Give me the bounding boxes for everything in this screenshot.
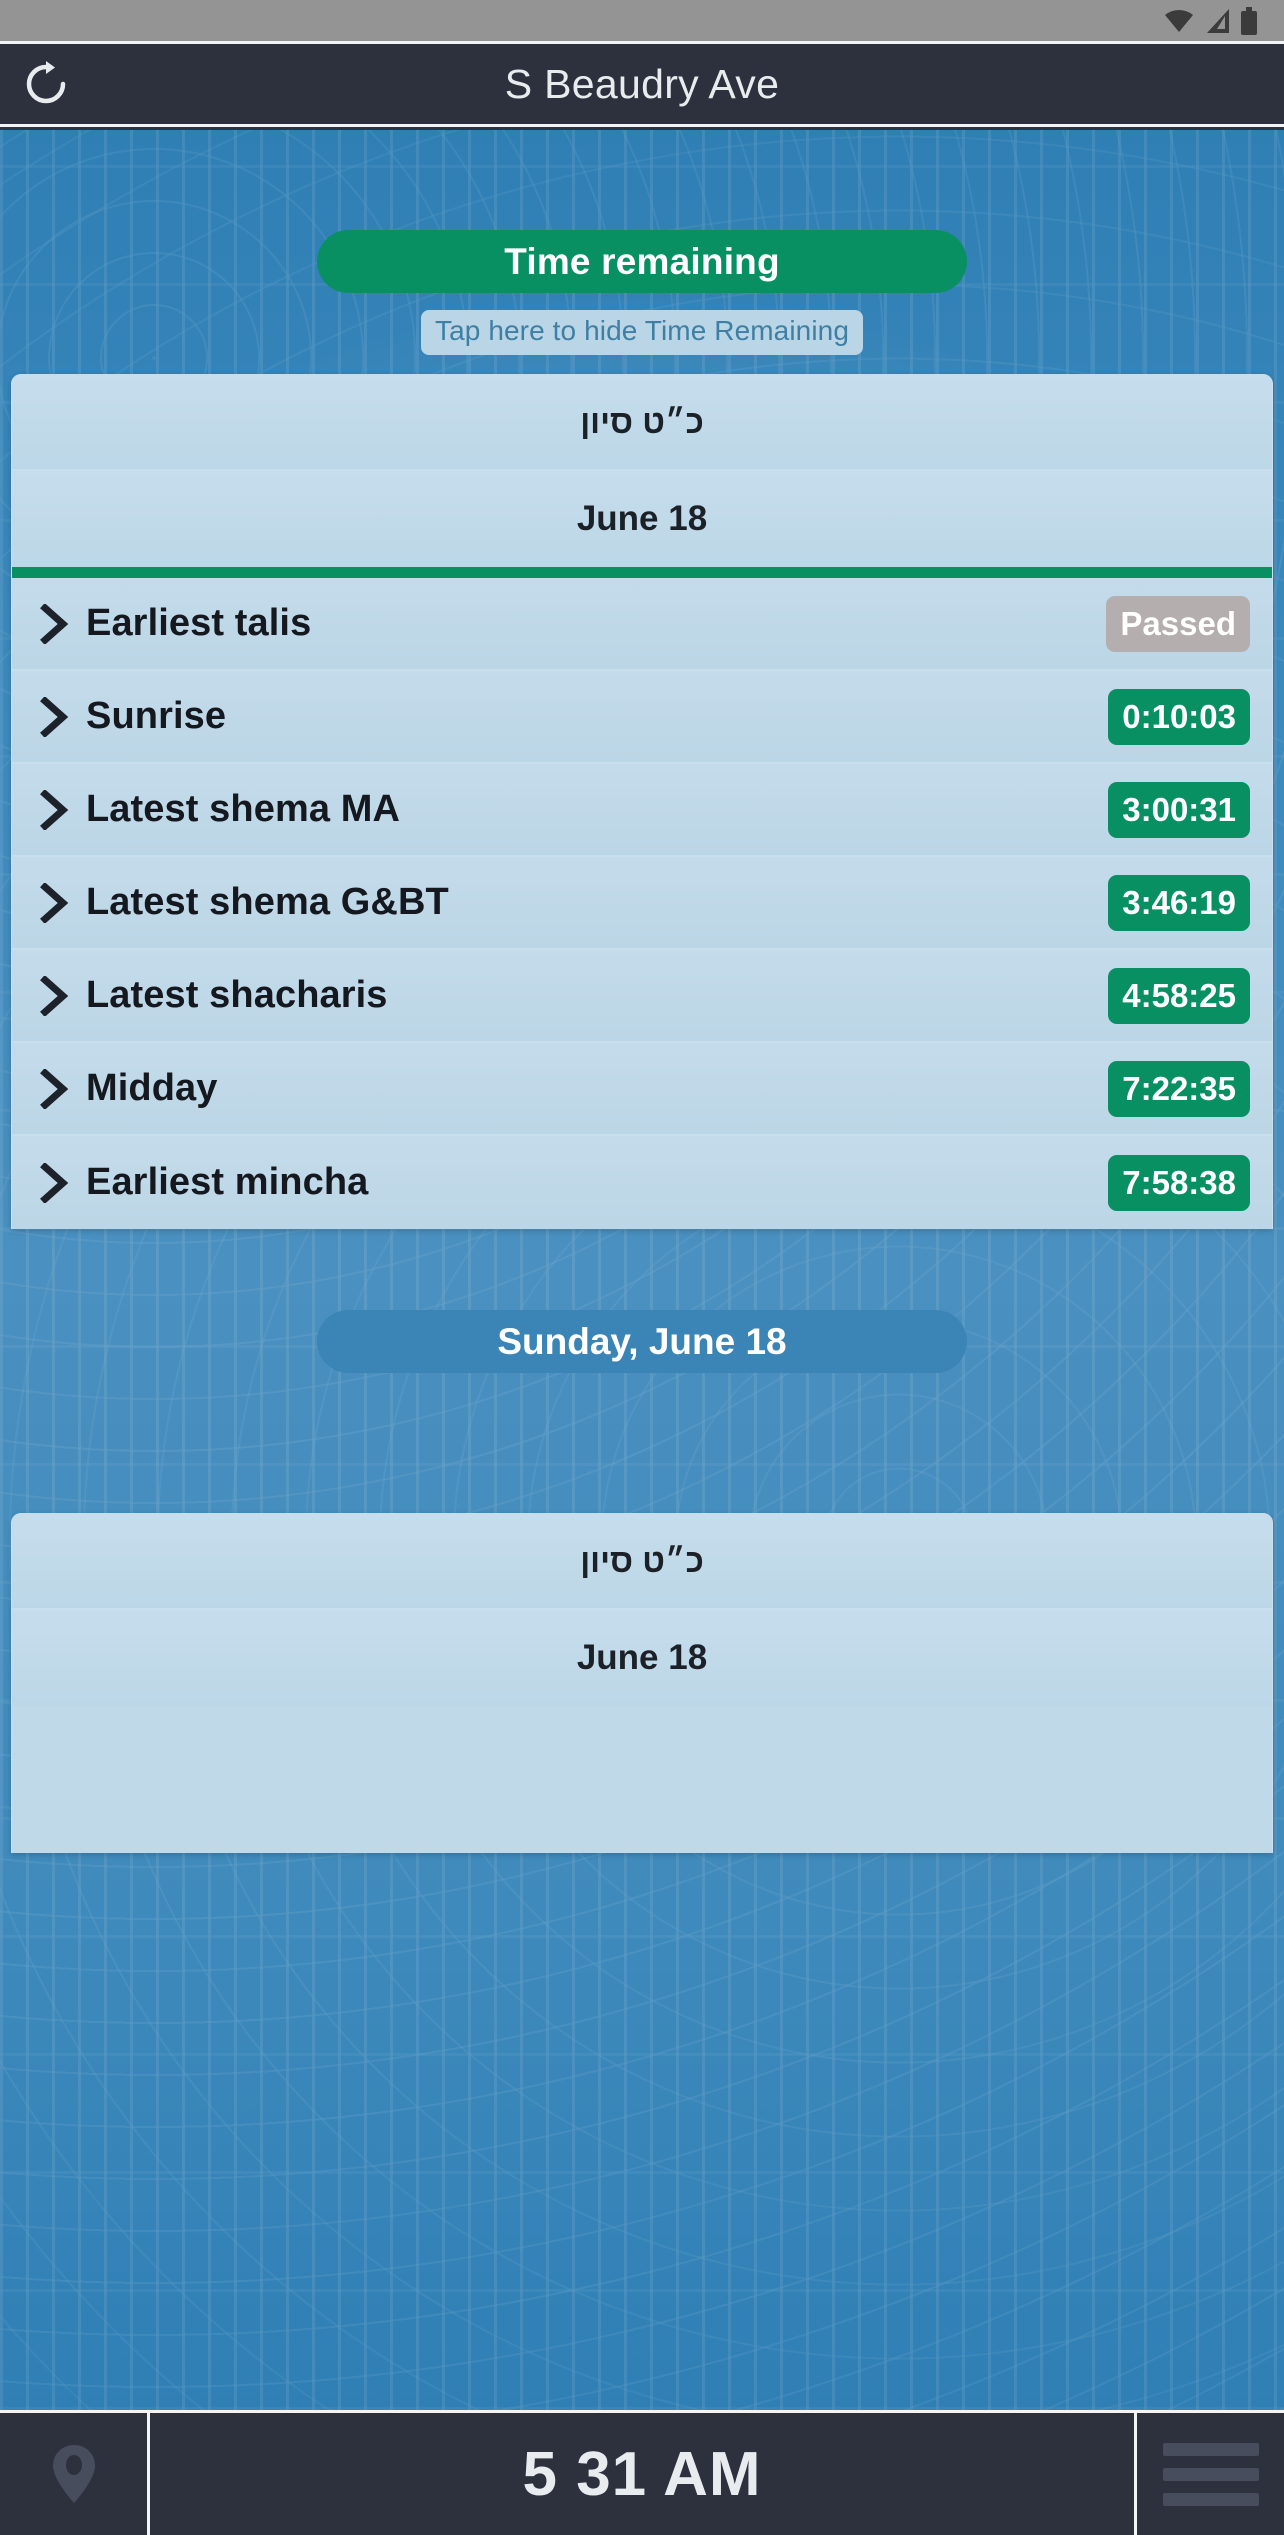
countdown-badge: 7:58:38	[1108, 1154, 1250, 1211]
zman-row[interactable]: Latest shema MA 3:00:31	[12, 764, 1272, 857]
zman-label: Latest shacharis	[86, 974, 388, 1016]
cell-signal-icon	[1203, 8, 1231, 34]
page-title: S Beaudry Ave	[504, 60, 780, 107]
time-remaining-button[interactable]: Time remaining	[317, 230, 967, 293]
status-badge: Passed	[1106, 595, 1250, 652]
location-pin-icon	[51, 2443, 97, 2505]
zman-label: Sunrise	[86, 695, 227, 737]
countdown-badge: 4:58:25	[1108, 967, 1250, 1024]
gregorian-date-header: June 18	[12, 471, 1272, 567]
zmanim-list: Earliest talis Passed Sunrise 0:10:03 Latest…	[12, 578, 1272, 1229]
main-content: Time remaining Tap here to hide Time Rem…	[0, 130, 1284, 2410]
zmanim-card: כ״ט סיון June 18 Earliest talis Passed Sun…	[11, 374, 1273, 1229]
zman-row[interactable]: Sunrise 0:10:03	[12, 671, 1272, 764]
next-day-card: כ״ט סיון June 18	[11, 1513, 1273, 1853]
title-bar: S Beaudry Ave	[0, 41, 1284, 127]
chevron-right-icon	[34, 789, 76, 830]
chevron-right-icon	[34, 1068, 76, 1109]
day-pill-section: Sunday, June 18	[0, 1310, 1284, 1373]
chevron-right-icon	[34, 1162, 76, 1203]
zman-row[interactable]: Earliest talis Passed	[12, 578, 1272, 671]
bottom-bar: 5 31 AM	[0, 2410, 1284, 2535]
current-time: 5 31 AM	[522, 2439, 762, 2509]
menu-button[interactable]	[1134, 2413, 1284, 2535]
zman-row[interactable]: Latest shema G&BT 3:46:19	[12, 857, 1272, 950]
zman-label: Latest shema G&BT	[86, 881, 449, 923]
battery-icon	[1240, 6, 1258, 35]
countdown-badge: 3:00:31	[1108, 781, 1250, 838]
chevron-right-icon	[34, 975, 76, 1016]
countdown-badge: 3:46:19	[1108, 874, 1250, 931]
time-remaining-section: Time remaining Tap here to hide Time Rem…	[0, 230, 1284, 355]
chevron-right-icon	[34, 603, 76, 644]
zman-label: Midday	[86, 1067, 218, 1109]
next-gregorian-date-header: June 18	[12, 1610, 1272, 1706]
hide-time-remaining-hint[interactable]: Tap here to hide Time Remaining	[421, 310, 863, 355]
hamburger-menu-icon	[1162, 2441, 1259, 2507]
countdown-badge: 7:22:35	[1108, 1060, 1250, 1117]
day-selector-pill[interactable]: Sunday, June 18	[317, 1310, 967, 1373]
hebrew-date-header: כ״ט סיון	[12, 374, 1272, 471]
status-bar	[0, 0, 1284, 41]
zman-row[interactable]: Earliest mincha 7:58:38	[12, 1136, 1272, 1229]
app-screen: S Beaudry Ave Time remaining Tap here to…	[0, 0, 1284, 2535]
section-divider	[12, 567, 1272, 578]
next-hebrew-date-header: כ״ט סיון	[12, 1513, 1272, 1610]
zman-label: Earliest talis	[86, 602, 312, 644]
location-button[interactable]	[0, 2413, 150, 2535]
countdown-badge: 0:10:03	[1108, 688, 1250, 745]
chevron-right-icon	[34, 696, 76, 737]
zman-label: Latest shema MA	[86, 788, 401, 830]
zman-row[interactable]: Latest shacharis 4:58:25	[12, 950, 1272, 1043]
zman-row[interactable]: Midday 7:22:35	[12, 1043, 1272, 1136]
zman-label: Earliest mincha	[86, 1161, 369, 1203]
chevron-right-icon	[34, 882, 76, 923]
wifi-icon	[1164, 8, 1194, 34]
